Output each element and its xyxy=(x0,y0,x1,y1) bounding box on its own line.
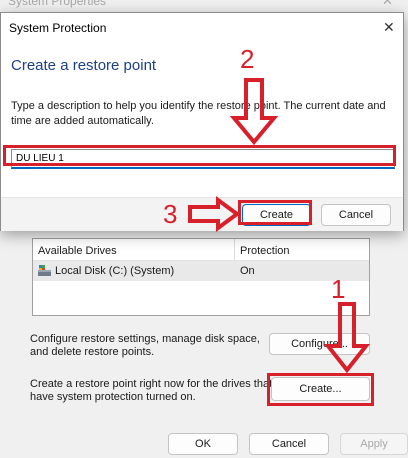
annotation-arrow-right-icon xyxy=(188,196,241,232)
dialog-title: System Protection xyxy=(9,21,107,35)
annotation-number-2: 2 xyxy=(240,44,255,74)
dialog-heading: Create a restore point xyxy=(11,57,157,74)
system-properties-title: System Properties xyxy=(8,0,107,8)
configure-description-line-2: and delete restore points. xyxy=(30,346,155,358)
dialog-close-icon[interactable]: ✕ xyxy=(383,19,395,36)
properties-cancel-button[interactable]: Cancel xyxy=(249,433,329,455)
drive-row-local-disk-c[interactable]: Local Disk (C:) (System) On xyxy=(33,261,369,281)
drives-list-header: Available Drives Protection xyxy=(33,239,369,261)
column-separator xyxy=(234,239,235,261)
local-disk-icon xyxy=(38,265,51,276)
annotation-create-dots-highlight xyxy=(267,373,374,406)
ok-button[interactable]: OK xyxy=(168,433,238,455)
dialog-description: Type a description to help you identify … xyxy=(11,100,386,127)
annotation-number-3: 3 xyxy=(163,199,178,229)
system-properties-close-icon[interactable]: ✕ xyxy=(382,0,393,9)
annotation-number-1: 1 xyxy=(331,274,346,304)
create-description-line-1: Create a restore point right now for the… xyxy=(30,378,273,390)
annotation-arrow-down-icon xyxy=(229,78,279,146)
annotation-create-highlight xyxy=(238,200,312,225)
drive-name: Local Disk (C:) (System) xyxy=(55,265,175,277)
apply-button: Apply xyxy=(340,433,408,455)
column-available-drives[interactable]: Available Drives xyxy=(38,245,117,257)
create-description-line-2: have system protection turned on. xyxy=(30,391,196,403)
annotation-arrow-down-icon-2 xyxy=(323,302,371,374)
annotation-input-highlight xyxy=(3,145,396,166)
available-drives-list[interactable]: Available Drives Protection Local Disk (… xyxy=(32,238,370,316)
configure-description-line-1: Configure restore settings, manage disk … xyxy=(30,333,260,345)
dialog-cancel-button[interactable]: Cancel xyxy=(321,204,391,226)
column-protection[interactable]: Protection xyxy=(240,245,290,257)
drive-protection-status: On xyxy=(240,265,255,277)
